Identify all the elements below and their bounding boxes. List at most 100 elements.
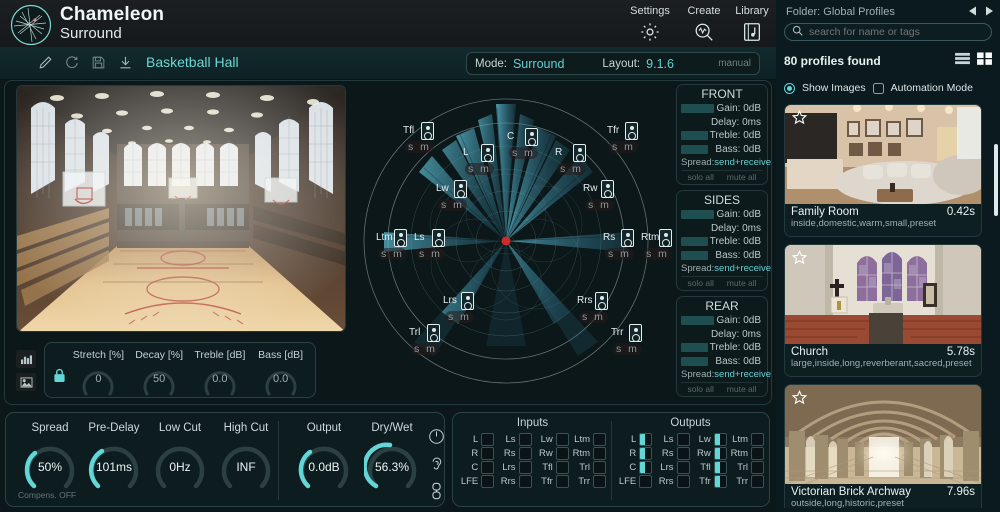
profile-list[interactable]: Family Room 0.42s inside,domestic,warm,s… — [784, 104, 984, 508]
save-disk-icon[interactable] — [91, 55, 106, 75]
output-channel-cell[interactable]: Rs — [654, 447, 689, 460]
zone-rear-treble[interactable]: Treble: 0dB — [681, 341, 763, 355]
output-channel-cell[interactable]: LFE — [617, 475, 652, 488]
speaker-icon-trl[interactable] — [427, 324, 440, 342]
input-channel-cell[interactable]: Ls — [496, 433, 531, 446]
output-channel-meter-rrs[interactable] — [677, 475, 690, 488]
zone-sides-mute-all[interactable]: mute all — [727, 278, 757, 288]
output-channel-cell[interactable]: Ls — [654, 433, 689, 446]
sidebar-scrollbar[interactable] — [994, 144, 998, 216]
input-channel-meter-trl[interactable] — [593, 461, 606, 474]
param-treble-knob[interactable]: 0.0 — [200, 364, 240, 398]
zone-rear-mute-all[interactable]: mute all — [727, 384, 757, 394]
output-channel-cell[interactable]: Tfl — [692, 461, 727, 474]
knob-highcut-dial[interactable]: INF — [218, 439, 274, 495]
input-channel-meter-trr[interactable] — [593, 475, 606, 488]
output-channel-cell[interactable]: L — [617, 433, 652, 446]
output-channel-cell[interactable]: Lw — [692, 433, 727, 446]
zone-front-spread[interactable]: Spread:send+receive — [681, 156, 763, 169]
speaker-icon-c[interactable] — [525, 128, 538, 146]
input-channel-cell[interactable]: Ltm — [571, 433, 606, 446]
output-channel-cell[interactable]: C — [617, 461, 652, 474]
speaker-solo-mute-trr[interactable]: s m — [613, 343, 642, 355]
speaker-polar-plot[interactable]: Tfls mCs mTfrs mLs mRs mLws mRws mLtms m… — [356, 84, 656, 404]
speaker-solo-mute-rrs[interactable]: s m — [579, 311, 608, 323]
input-channel-cell[interactable]: Tfr — [534, 475, 569, 488]
input-channel-meter-rtm[interactable] — [593, 447, 606, 460]
zone-rear-delay[interactable]: Delay: 0ms — [681, 328, 763, 342]
knob-predelay-dial[interactable]: 101ms — [86, 439, 142, 495]
mode-layout-bar[interactable]: Mode: Surround Layout: 9.1.6 manual — [466, 52, 760, 75]
param-treble[interactable]: Treble [dB] 0.0 — [190, 348, 251, 398]
star-icon[interactable] — [792, 390, 807, 410]
header-library-button[interactable]: Library — [724, 5, 780, 48]
input-channel-meter-c[interactable] — [481, 461, 494, 474]
zone-panel-front[interactable]: FRONT Gain: 0dB Delay: 0ms Treble: 0dB B… — [676, 84, 768, 185]
zone-rear-bass[interactable]: Bass: 0dB — [681, 355, 763, 369]
param-bass-knob[interactable]: 0.0 — [261, 364, 301, 398]
param-decay-knob[interactable]: 50 — [139, 364, 179, 398]
input-channel-meter-r[interactable] — [481, 447, 494, 460]
speaker-icon-rrs[interactable] — [595, 292, 608, 310]
gear-icon[interactable] — [622, 21, 678, 48]
speaker-icon-tfl[interactable] — [421, 122, 434, 140]
speaker-icon-ltm[interactable] — [394, 229, 407, 247]
input-channel-cell[interactable]: Rrs — [496, 475, 531, 488]
input-channel-cell[interactable]: C — [459, 461, 494, 474]
star-icon[interactable] — [792, 250, 807, 270]
output-channel-meter-ltm[interactable] — [751, 433, 764, 446]
output-channel-meter-trr[interactable] — [751, 475, 764, 488]
speaker-solo-mute-tfl[interactable]: s m — [405, 141, 434, 153]
speaker-solo-mute-c[interactable]: s m — [509, 147, 538, 159]
output-channel-meter-rw[interactable] — [714, 447, 727, 460]
input-channel-cell[interactable]: Rs — [496, 447, 531, 460]
input-channel-meter-ls[interactable] — [519, 433, 532, 446]
speaker-icon-rtm[interactable] — [659, 229, 672, 247]
room-preview-image[interactable] — [16, 85, 346, 332]
input-channel-cell[interactable]: Rtm — [571, 447, 606, 460]
input-channel-cell[interactable]: Trr — [571, 475, 606, 488]
output-channel-meter-c[interactable] — [639, 461, 652, 474]
output-channel-meter-tfl[interactable] — [714, 461, 727, 474]
library-note-icon[interactable] — [724, 21, 780, 48]
knob-output-dial[interactable]: 0.0dB — [296, 439, 352, 495]
profile-card[interactable]: Victorian Brick Archway 7.96s outside,lo… — [784, 384, 982, 508]
output-channel-meter-rtm[interactable] — [751, 447, 764, 460]
input-channel-cell[interactable]: L — [459, 433, 494, 446]
zone-front-bass[interactable]: Bass: 0dB — [681, 143, 763, 157]
knob-drywet-dial[interactable]: 56.3% — [364, 439, 420, 495]
zone-sides-spread[interactable]: Spread:send+receive — [681, 262, 763, 275]
output-channel-cell[interactable]: R — [617, 447, 652, 460]
speaker-solo-mute-r[interactable]: s m — [557, 163, 586, 175]
zone-front-mute-all[interactable]: mute all — [727, 172, 757, 182]
zone-front-solo-all[interactable]: solo all — [687, 172, 713, 182]
zone-front-delay[interactable]: Delay: 0ms — [681, 116, 763, 130]
zone-panel-sides[interactable]: SIDES Gain: 0dB Delay: 0ms Treble: 0dB B… — [676, 190, 768, 291]
param-stretch[interactable]: Stretch [%] 0 — [68, 348, 129, 398]
input-channel-meter-rrs[interactable] — [519, 475, 532, 488]
profile-card[interactable]: Church 5.78s large,inside,long,reverbera… — [784, 244, 982, 377]
input-channel-cell[interactable]: Tfl — [534, 461, 569, 474]
param-decay[interactable]: Decay [%] 50 — [129, 348, 190, 398]
input-channel-meter-tfr[interactable] — [556, 475, 569, 488]
output-channel-meter-lfe[interactable] — [639, 475, 652, 488]
speaker-solo-mute-rw[interactable]: s m — [585, 199, 614, 211]
zone-front-gain[interactable]: Gain: 0dB — [681, 102, 763, 116]
refresh-icon[interactable] — [64, 55, 79, 75]
input-channel-cell[interactable]: Lw — [534, 433, 569, 446]
speaker-icon-r[interactable] — [573, 144, 586, 162]
profile-thumbnail[interactable] — [785, 385, 982, 484]
input-channel-meter-rs[interactable] — [519, 447, 532, 460]
speaker-solo-mute-ltm[interactable]: s m — [378, 248, 407, 260]
star-icon[interactable] — [792, 110, 807, 130]
picture-icon[interactable] — [16, 373, 36, 391]
zone-rear-solo-all[interactable]: solo all — [687, 384, 713, 394]
manual-label[interactable]: manual — [718, 58, 751, 69]
speaker-icon-ls[interactable] — [432, 229, 445, 247]
speaker-solo-mute-ls[interactable]: s m — [416, 248, 445, 260]
input-channel-cell[interactable]: R — [459, 447, 494, 460]
zone-sides-solo-all[interactable]: solo all — [687, 278, 713, 288]
lock-icon[interactable] — [53, 368, 66, 388]
output-channel-cell[interactable]: Lrs — [654, 461, 689, 474]
zone-sides-delay[interactable]: Delay: 0ms — [681, 222, 763, 236]
